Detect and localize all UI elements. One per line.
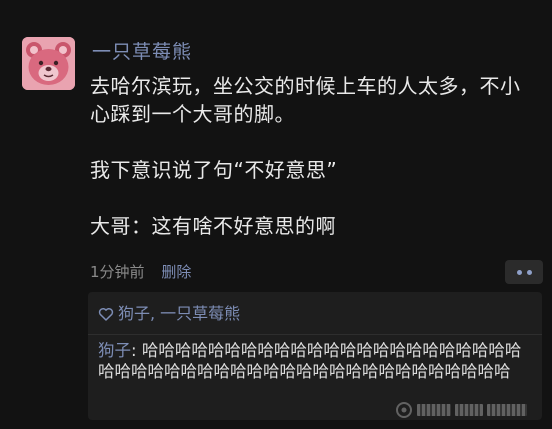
watermark-text-blur: [455, 404, 483, 416]
comment-text: 哈哈哈哈哈哈哈哈哈哈哈哈哈哈哈哈哈哈哈哈哈哈哈哈哈哈哈哈哈哈哈哈哈哈哈哈哈哈哈哈…: [98, 341, 522, 381]
more-dots-icon: [526, 269, 532, 275]
watermark-text-blur: [417, 404, 451, 416]
strawberry-bear-icon: [22, 37, 75, 90]
watermark-logo-icon: [396, 402, 412, 418]
more-dots-icon: [516, 269, 522, 275]
heart-outline-icon: [98, 308, 114, 321]
post-content: 去哈尔滨玩，坐公交的时候上车的人太多，不小心踩到一个大哥的脚。 我下意识说了句“…: [90, 72, 530, 240]
post-paragraph: 大哥：这有啥不好意思的啊: [90, 214, 336, 238]
comment-separator: :: [131, 341, 142, 360]
post-timestamp: 1分钟前: [90, 263, 145, 281]
watermark-text-blur: [487, 404, 527, 416]
watermark: [395, 401, 540, 419]
post-meta: 1分钟前 删除: [90, 262, 191, 282]
delete-link[interactable]: 删除: [161, 263, 191, 281]
divider: [88, 334, 542, 335]
liker-names[interactable]: 狗子, 一只草莓熊: [118, 304, 240, 324]
post-author-name[interactable]: 一只草莓熊: [92, 40, 192, 64]
comment-author[interactable]: 狗子: [98, 341, 131, 360]
post-paragraph: 去哈尔滨玩，坐公交的时候上车的人太多，不小心踩到一个大哥的脚。: [90, 74, 521, 126]
comment-item[interactable]: 狗子: 哈哈哈哈哈哈哈哈哈哈哈哈哈哈哈哈哈哈哈哈哈哈哈哈哈哈哈哈哈哈哈哈哈哈哈哈…: [98, 340, 534, 382]
avatar[interactable]: [22, 37, 75, 90]
likes-row: 狗子, 一只草莓熊: [98, 304, 240, 324]
more-options-button[interactable]: [505, 260, 543, 284]
post-paragraph: 我下意识说了句“不好意思”: [90, 158, 338, 182]
